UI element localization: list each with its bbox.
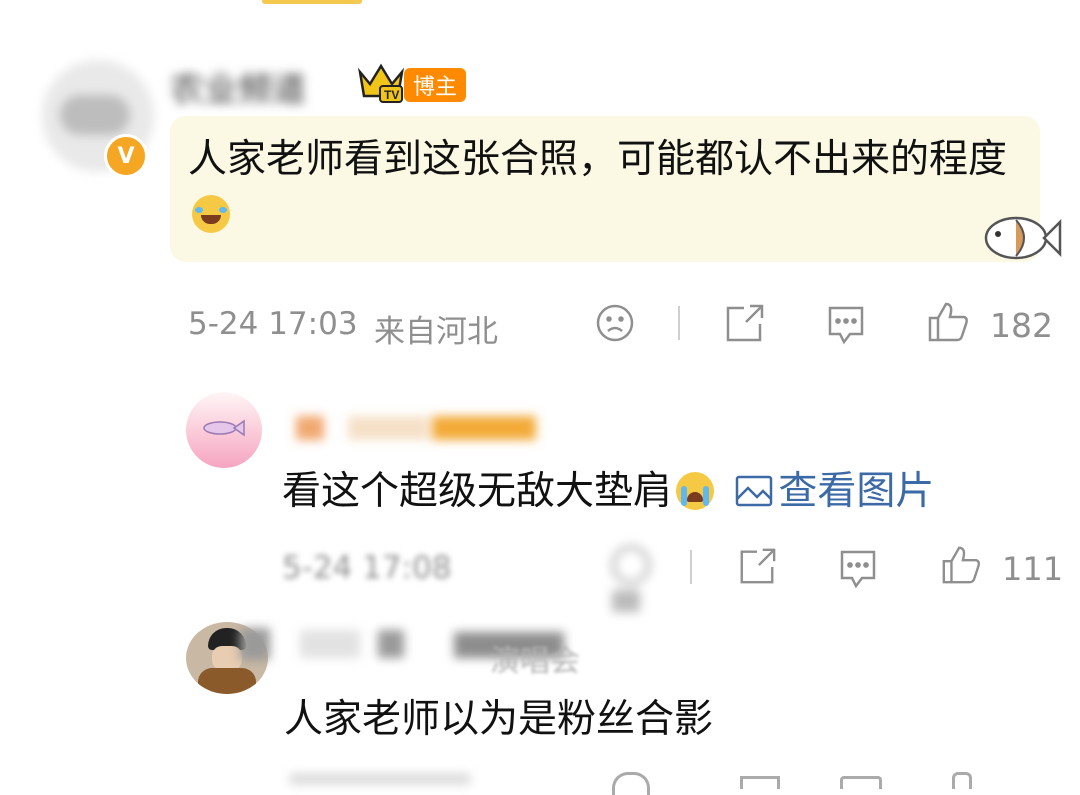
reply-text: 看这个超级无敌大垫肩 查看图片 <box>282 460 934 518</box>
comment-location: 来自河北 <box>374 314 498 350</box>
image-icon <box>734 473 774 518</box>
fish-avatar-icon <box>200 418 246 442</box>
like-icon[interactable] <box>926 300 970 344</box>
share-icon[interactable] <box>722 302 766 344</box>
reply-username[interactable] <box>296 412 536 442</box>
comment-time: 5-24 17:03 <box>188 306 358 342</box>
comment-icon[interactable] <box>824 302 868 346</box>
reply-like-icon[interactable] <box>940 544 982 586</box>
divider <box>678 306 680 340</box>
verified-icon: V <box>104 134 148 178</box>
blogger-badge: 博主 <box>404 68 466 102</box>
reply2-dislike-icon[interactable] <box>612 772 650 795</box>
reply2-meta-remnant <box>290 774 470 784</box>
reply-time: 5-24 17:08 <box>282 550 452 586</box>
reply2-text: 人家老师以为是粉丝合影 <box>284 697 714 742</box>
svg-text:TV: TV <box>384 88 399 102</box>
username[interactable]: 农业频道 <box>170 62 306 111</box>
reply-dislike-icon[interactable] <box>612 546 650 612</box>
reply2-comment-icon[interactable] <box>840 776 882 789</box>
reply2-username-text: 演唱会 <box>490 644 580 679</box>
view-image-link[interactable]: 查看图片 <box>722 469 934 514</box>
crying-emoji-icon <box>676 472 715 510</box>
reply2-share-icon[interactable] <box>740 776 780 789</box>
divider <box>690 550 692 584</box>
fish-decoration-icon <box>980 208 1064 270</box>
comment-text: 人家老师看到这张合照，可能都认不出来的程度 <box>188 132 1018 242</box>
crown-tv-icon: TV <box>356 62 406 108</box>
reply-like-count: 111 <box>1002 550 1064 588</box>
dislike-icon[interactable] <box>594 302 636 344</box>
top-tab-remnant <box>262 0 362 4</box>
reply-share-icon[interactable] <box>736 546 778 586</box>
like-count: 182 <box>990 306 1053 345</box>
laughing-crying-emoji-icon <box>192 195 230 233</box>
reply-comment-icon[interactable] <box>836 546 880 590</box>
